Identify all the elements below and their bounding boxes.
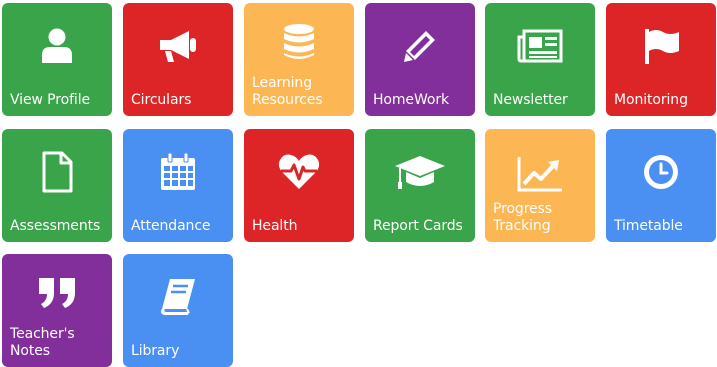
- graduation-cap-icon: [365, 147, 475, 197]
- calendar-icon: [123, 147, 233, 197]
- tile-progress-tracking[interactable]: Progress Tracking: [485, 129, 595, 242]
- tile-assessments[interactable]: Assessments: [2, 129, 112, 242]
- tile-circulars[interactable]: Circulars: [123, 3, 233, 116]
- tile-label: Circulars: [131, 92, 192, 108]
- tile-view-profile[interactable]: View Profile: [2, 3, 112, 116]
- tile-report-cards[interactable]: Report Cards: [365, 129, 475, 242]
- tile-library[interactable]: Library: [123, 254, 233, 367]
- tile-timetable[interactable]: Timetable: [606, 129, 716, 242]
- tile-health[interactable]: Health: [244, 129, 354, 242]
- tile-newsletter[interactable]: Newsletter: [485, 3, 595, 116]
- tile-label: HomeWork: [373, 92, 449, 108]
- line-chart-icon: [485, 149, 595, 199]
- tile-label: Timetable: [614, 218, 683, 234]
- dashboard-tile-grid: View Profile Circulars Learning Resource…: [0, 0, 717, 367]
- tile-attendance[interactable]: Attendance: [123, 129, 233, 242]
- user-icon: [2, 21, 112, 71]
- tile-label: View Profile: [10, 92, 91, 108]
- quote-icon: [2, 268, 112, 318]
- heartbeat-icon: [244, 147, 354, 197]
- megaphone-icon: [123, 21, 233, 71]
- tile-label: Report Cards: [373, 218, 463, 234]
- book-icon: [123, 272, 233, 322]
- tile-label: Assessments: [10, 218, 101, 234]
- pencil-icon: [365, 21, 475, 71]
- document-icon: [2, 147, 112, 197]
- tile-label: Monitoring: [614, 92, 688, 108]
- tile-label: Newsletter: [493, 92, 568, 108]
- tile-label: Attendance: [131, 218, 211, 234]
- tile-label: Teacher's Notes: [10, 326, 75, 359]
- flag-icon: [606, 21, 716, 71]
- database-icon: [244, 17, 354, 67]
- tile-label: Health: [252, 218, 298, 234]
- tile-label: Learning Resources: [252, 75, 323, 108]
- clock-icon: [606, 147, 716, 197]
- tile-label: Progress Tracking: [493, 201, 552, 234]
- newspaper-icon: [485, 21, 595, 71]
- tile-monitoring[interactable]: Monitoring: [606, 3, 716, 116]
- tile-teachers-notes[interactable]: Teacher's Notes: [2, 254, 112, 367]
- tile-learning-resources[interactable]: Learning Resources: [244, 3, 354, 116]
- tile-homework[interactable]: HomeWork: [365, 3, 475, 116]
- tile-label: Library: [131, 343, 180, 359]
